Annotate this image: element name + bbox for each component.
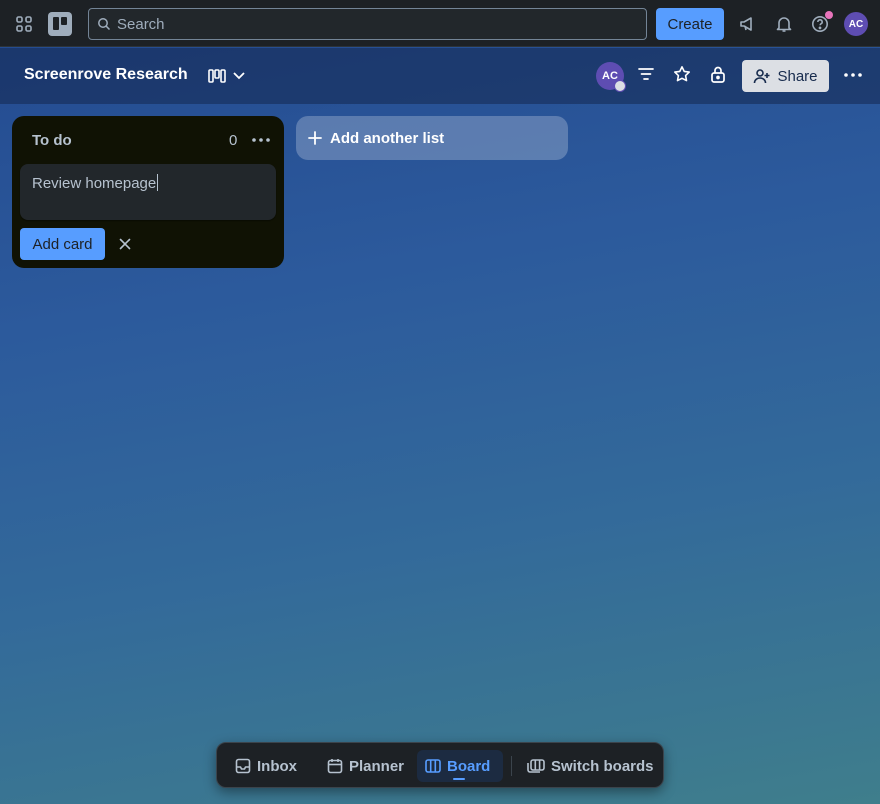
active-indicator — [453, 778, 465, 780]
list-more-options-icon[interactable] — [250, 130, 272, 150]
share-label: Share — [777, 67, 818, 85]
add-another-list-button[interactable]: Add another list — [296, 116, 568, 160]
app-switcher-icon[interactable] — [12, 12, 36, 36]
switch-boards-icon — [527, 759, 545, 773]
search-input[interactable] — [117, 15, 617, 33]
list-card-count: 0 — [229, 132, 238, 149]
nav-board[interactable]: Board — [417, 750, 503, 782]
user-avatar[interactable]: AC — [844, 12, 868, 36]
search-bar[interactable] — [88, 8, 647, 40]
search-icon — [98, 18, 111, 31]
new-card-textarea[interactable]: Review homepage — [20, 164, 276, 220]
nav-switch-boards[interactable]: Switch boards — [519, 750, 662, 782]
board-title[interactable]: Screenrove Research — [24, 66, 188, 84]
nav-switch-boards-label: Switch boards — [551, 757, 654, 775]
nav-inbox-label: Inbox — [257, 757, 297, 775]
list-title[interactable]: To do — [32, 132, 72, 149]
nav-divider — [511, 756, 512, 776]
add-list-label: Add another list — [330, 129, 445, 147]
nav-board-label: Board — [447, 757, 491, 775]
nav-planner[interactable]: Planner — [319, 750, 412, 782]
nav-inbox[interactable]: Inbox — [227, 750, 305, 782]
board-member-avatar[interactable]: AC — [596, 62, 626, 92]
create-button[interactable]: Create — [656, 8, 724, 40]
new-card-text: Review homepage — [32, 175, 157, 192]
filter-icon[interactable] — [636, 64, 656, 84]
share-button[interactable]: Share — [742, 60, 829, 92]
bottom-navigation: Inbox Planner Board Switch boards — [216, 742, 664, 788]
inbox-icon — [235, 758, 251, 774]
plus-icon — [308, 131, 322, 145]
add-person-icon — [754, 69, 770, 84]
top-navigation-bar: Create AC — [0, 0, 880, 47]
list-to-do: To do 0 Review homepage Add card — [12, 116, 284, 268]
more-options-icon[interactable] — [842, 64, 864, 86]
nav-planner-label: Planner — [349, 757, 405, 775]
trello-logo-icon[interactable] — [48, 12, 72, 36]
admin-badge-icon — [614, 80, 626, 92]
chevron-down-icon — [233, 72, 245, 80]
megaphone-icon[interactable] — [736, 12, 760, 36]
star-icon[interactable] — [672, 64, 692, 84]
board-icon — [425, 759, 441, 773]
board-view-icon — [208, 69, 226, 83]
close-icon[interactable] — [115, 234, 135, 254]
notifications-bell-icon[interactable] — [772, 12, 796, 36]
notification-dot — [825, 11, 833, 19]
add-card-button[interactable]: Add card — [20, 228, 105, 260]
board-view-switcher[interactable] — [208, 64, 252, 88]
lock-icon[interactable] — [708, 64, 728, 84]
calendar-icon — [327, 759, 343, 774]
